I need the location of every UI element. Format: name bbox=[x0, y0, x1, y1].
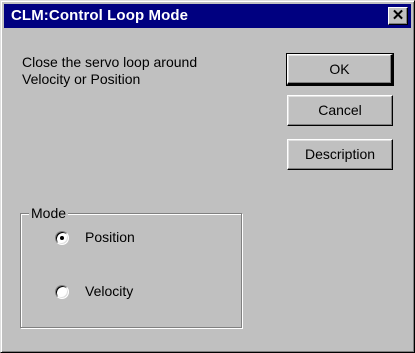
mode-groupbox: Mode Position Velocity bbox=[20, 204, 242, 328]
ok-button[interactable]: OK bbox=[286, 53, 394, 86]
mode-group-label: Mode bbox=[29, 204, 69, 222]
cancel-button[interactable]: Cancel bbox=[287, 95, 393, 126]
window-title: CLM:Control Loop Mode bbox=[11, 7, 189, 24]
close-button[interactable]: ✕ bbox=[388, 7, 408, 25]
title-bar[interactable]: CLM:Control Loop Mode ✕ bbox=[4, 4, 411, 28]
radio-selected-dot-icon bbox=[60, 236, 64, 240]
description-button[interactable]: Description bbox=[287, 139, 393, 170]
radio-button-icon[interactable] bbox=[55, 231, 69, 245]
dialog-message: Close the servo loop around Velocity or … bbox=[22, 54, 198, 87]
radio-position-label[interactable]: Position bbox=[85, 229, 135, 245]
close-icon: ✕ bbox=[391, 7, 405, 24]
dialog-window: CLM:Control Loop Mode ✕ Close the servo … bbox=[0, 0, 415, 353]
radio-velocity-label[interactable]: Velocity bbox=[85, 283, 133, 299]
radio-button-icon[interactable] bbox=[55, 285, 69, 299]
